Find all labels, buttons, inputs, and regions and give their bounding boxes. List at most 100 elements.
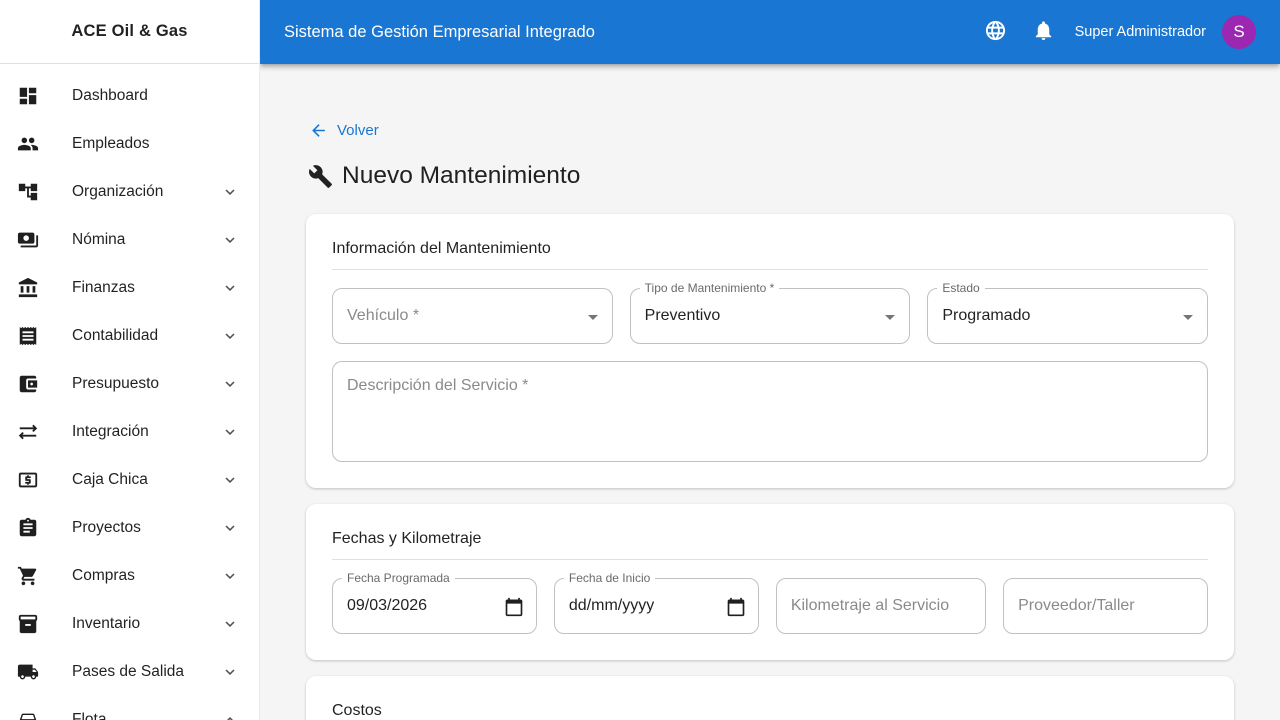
chevron-down-icon <box>221 471 239 489</box>
bank-icon <box>17 277 39 299</box>
sidebar-item-label: Pases de Salida <box>72 663 185 680</box>
sidebar-item-integracion[interactable]: Integración <box>0 408 259 456</box>
service-description-textarea[interactable]: Descripción del Servicio * <box>332 361 1208 462</box>
back-link-label: Volver <box>337 122 379 139</box>
truck-icon <box>17 661 39 683</box>
globe-icon <box>984 19 1007 45</box>
costs-card: Costos <box>306 676 1234 720</box>
provider-placeholder: Proveedor/Taller <box>1018 597 1135 614</box>
provider-input[interactable]: Proveedor/Taller <box>1003 578 1208 634</box>
sidebar-item-label: Presupuesto <box>72 375 160 392</box>
scheduled-date-input[interactable]: Fecha Programada 09/03/2026 <box>332 571 537 634</box>
cash-box-icon <box>17 469 39 491</box>
topbar-title: Sistema de Gestión Empresarial Integrado <box>284 22 595 41</box>
maintenance-type-label: Tipo de Mantenimiento * <box>639 281 780 295</box>
sidebar-item-label: Nómina <box>72 231 126 248</box>
status-value: Programado <box>942 307 1031 324</box>
dropdown-arrow-icon <box>878 305 902 334</box>
wallet-icon <box>17 373 39 395</box>
scheduled-date-value: 09/03/2026 <box>347 597 428 614</box>
app-logo: ACE Oil & Gas <box>0 0 259 64</box>
status-select[interactable]: Estado Programado <box>927 281 1208 344</box>
chevron-down-icon <box>221 327 239 345</box>
sidebar-item-caja-chica[interactable]: Caja Chica <box>0 456 259 504</box>
calendar-icon[interactable] <box>504 597 524 622</box>
sidebar-item-inventario[interactable]: Inventario <box>0 600 259 648</box>
divider <box>332 559 1208 560</box>
app-logo-text: ACE Oil & Gas <box>71 22 188 40</box>
maintenance-type-value: Preventivo <box>644 307 721 324</box>
sidebar-item-finanzas[interactable]: Finanzas <box>0 264 259 312</box>
divider <box>332 269 1208 270</box>
page-title-text: Nuevo Mantenimiento <box>342 162 581 189</box>
topbar-actions: Super Administrador S <box>977 13 1256 51</box>
sidebar-item-pases-de-salida[interactable]: Pases de Salida <box>0 648 259 696</box>
sidebar-item-dashboard[interactable]: Dashboard <box>0 72 259 120</box>
sidebar-item-organizacion[interactable]: Organización <box>0 168 259 216</box>
dates-mileage-title: Fechas y Kilometraje <box>332 530 482 547</box>
people-icon <box>17 133 39 155</box>
sidebar-nav: Dashboard Empleados Organización Nómina Fina… <box>0 64 259 720</box>
language-button[interactable] <box>977 13 1015 51</box>
chevron-down-icon <box>221 375 239 393</box>
maintenance-info-card: Información del Mantenimiento Vehículo *… <box>306 214 1234 488</box>
user-name: Super Administrador <box>1074 24 1206 40</box>
sidebar-item-label: Dashboard <box>72 87 148 104</box>
sidebar-item-presupuesto[interactable]: Presupuesto <box>0 360 259 408</box>
chevron-down-icon <box>221 183 239 201</box>
page-content: Volver Nuevo Mantenimiento Información d… <box>260 64 1280 720</box>
costs-title: Costos <box>332 702 382 719</box>
arrow-back-icon <box>309 121 328 140</box>
mileage-input[interactable]: Kilometraje al Servicio <box>775 578 987 634</box>
wrench-icon <box>308 164 333 189</box>
car-icon <box>17 709 39 720</box>
org-tree-icon <box>17 181 39 203</box>
sidebar-item-label: Caja Chica <box>72 471 148 488</box>
sidebar-item-contabilidad[interactable]: Contabilidad <box>0 312 259 360</box>
inventory-box-icon <box>17 613 39 635</box>
chevron-down-icon <box>221 567 239 585</box>
sidebar-item-label: Integración <box>72 423 149 440</box>
vehicle-select-placeholder: Vehículo * <box>347 307 420 324</box>
chevron-down-icon <box>221 519 239 537</box>
sidebar-item-label: Organización <box>72 183 164 200</box>
scheduled-date-label: Fecha Programada <box>342 571 455 585</box>
sidebar-item-label: Finanzas <box>72 279 135 296</box>
sidebar-item-label: Empleados <box>72 135 150 152</box>
notifications-button[interactable] <box>1025 13 1063 51</box>
dates-mileage-row: Fecha Programada 09/03/2026 Fecha de Ini… <box>332 571 1208 634</box>
dates-mileage-card: Fechas y Kilometraje Fecha Programada 09… <box>306 504 1234 660</box>
chevron-down-icon <box>221 423 239 441</box>
chevron-down-icon <box>221 231 239 249</box>
start-date-input[interactable]: Fecha de Inicio dd/mm/yyyy <box>553 571 759 634</box>
status-label: Estado <box>937 281 985 295</box>
start-date-label: Fecha de Inicio <box>563 571 656 585</box>
bell-icon <box>1032 19 1055 45</box>
chevron-up-icon <box>221 711 239 720</box>
sidebar-item-flota[interactable]: Flota <box>0 696 259 720</box>
calendar-icon[interactable] <box>726 597 746 622</box>
sidebar-item-label: Proyectos <box>72 519 141 536</box>
sidebar-item-proyectos[interactable]: Proyectos <box>0 504 259 552</box>
sidebar-item-label: Contabilidad <box>72 327 159 344</box>
dashboard-icon <box>17 85 39 107</box>
receipt-icon <box>17 325 39 347</box>
avatar[interactable]: S <box>1222 15 1256 49</box>
start-date-value: dd/mm/yyyy <box>568 597 655 614</box>
sidebar: ACE Oil & Gas Dashboard Empleados Organiza… <box>0 0 260 720</box>
page-title: Nuevo Mantenimiento <box>308 162 1234 190</box>
mileage-placeholder: Kilometraje al Servicio <box>790 597 950 614</box>
sidebar-item-nomina[interactable]: Nómina <box>0 216 259 264</box>
app-window: ACE Oil & Gas Dashboard Empleados Organiza… <box>0 0 1280 720</box>
back-link[interactable]: Volver <box>309 121 379 140</box>
vehicle-select[interactable]: Vehículo * <box>332 288 613 344</box>
chevron-down-icon <box>221 663 239 681</box>
sidebar-item-compras[interactable]: Compras <box>0 552 259 600</box>
sidebar-item-label: Flota <box>72 711 107 720</box>
maintenance-type-select[interactable]: Tipo de Mantenimiento * Preventivo <box>629 281 911 344</box>
main-column: Sistema de Gestión Empresarial Integrado… <box>260 0 1280 720</box>
service-description-placeholder: Descripción del Servicio * <box>347 377 529 394</box>
sidebar-item-empleados[interactable]: Empleados <box>0 120 259 168</box>
payments-icon <box>17 229 39 251</box>
maintenance-info-row: Vehículo * Tipo de Mantenimiento * Preve… <box>332 281 1208 344</box>
